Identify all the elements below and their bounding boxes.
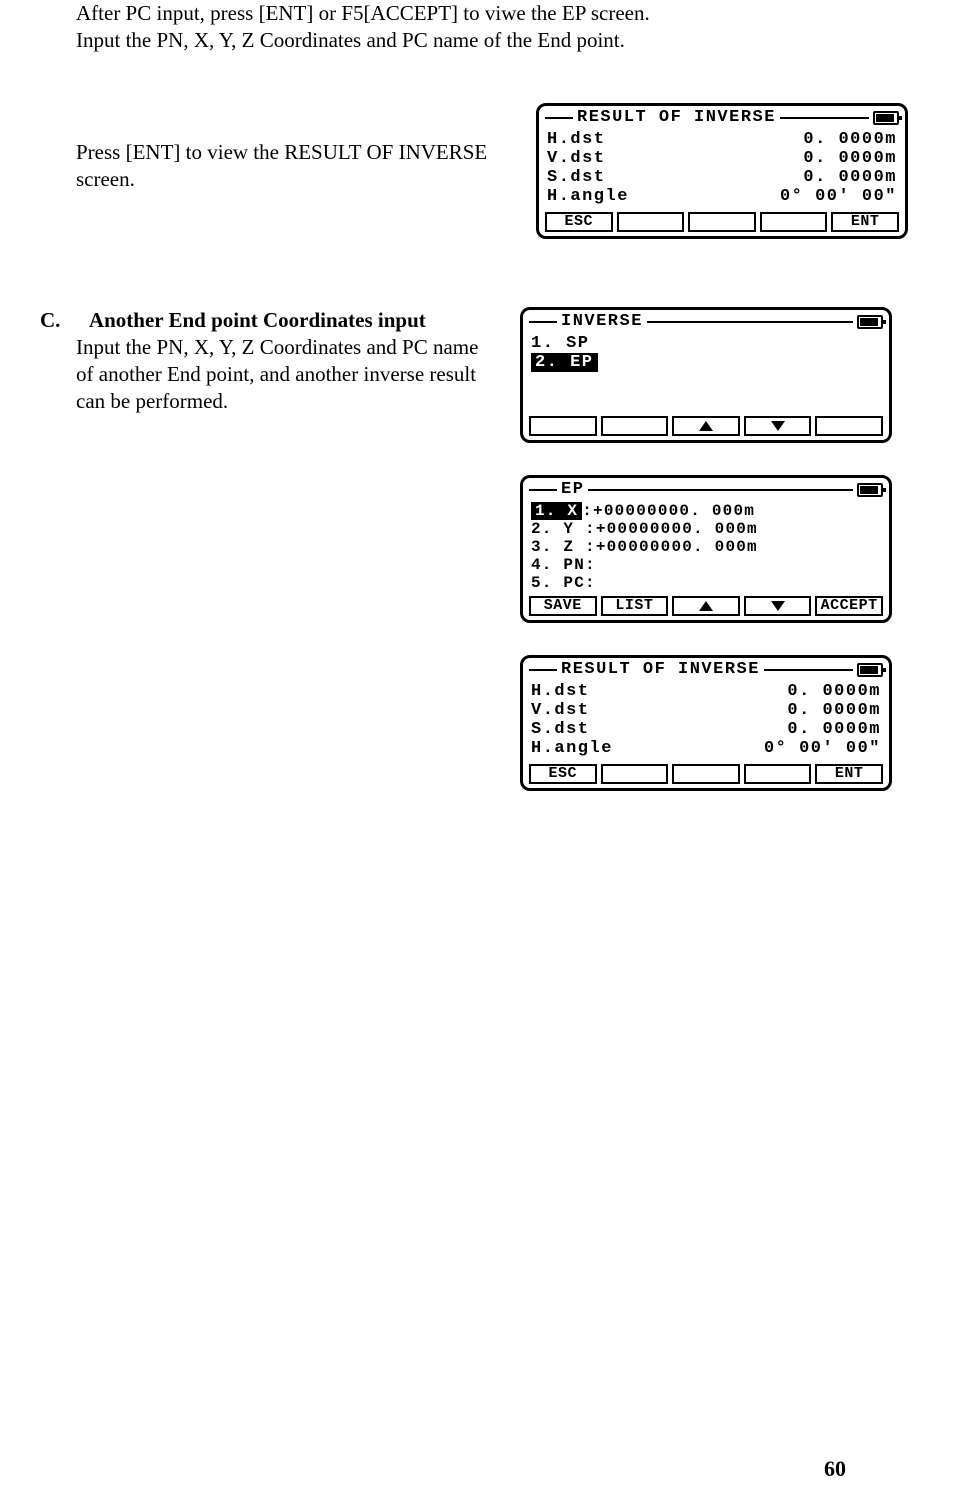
fkey-up[interactable]	[672, 416, 740, 436]
step-ent-text: Press [ENT] to view the RESULT OF INVERS…	[76, 103, 516, 194]
lcd-result-of-inverse-2: RESULT OF INVERSE H.dst0. 0000m V.dst0. …	[520, 655, 892, 791]
battery-icon	[857, 483, 883, 497]
result-row: H.dst0. 0000m	[547, 130, 897, 149]
arrow-down-icon	[771, 421, 785, 431]
page-number: 60	[824, 1456, 846, 1482]
fkey-blank[interactable]	[601, 416, 669, 436]
section-label: C.	[40, 308, 60, 332]
intro-line-2: Input the PN, X, Y, Z Coordinates and PC…	[76, 27, 916, 54]
fkey-blank[interactable]	[529, 416, 597, 436]
lcd-result-of-inverse-1: RESULT OF INVERSE H.dst0. 0000m V.dst0. …	[536, 103, 908, 239]
ep-row-pc[interactable]: 5. PC:	[531, 574, 881, 592]
fkey-esc[interactable]: ESC	[545, 212, 613, 232]
ep-row-x[interactable]: 1. X:+00000000. 000m	[531, 502, 881, 520]
section-c-heading: C. Another End point Coordinates input	[40, 307, 500, 334]
fkey-blank[interactable]	[815, 416, 883, 436]
fkey-down[interactable]	[744, 416, 812, 436]
fkey-blank[interactable]	[672, 764, 740, 784]
intro-paragraph: After PC input, press [ENT] or F5[ACCEPT…	[76, 0, 916, 55]
fkey-blank[interactable]	[744, 764, 812, 784]
result-row: H.dst0. 0000m	[531, 682, 881, 701]
arrow-up-icon	[699, 601, 713, 611]
fkey-blank[interactable]	[601, 764, 669, 784]
result-row: H.angle0° 00′ 00″	[547, 187, 897, 206]
arrow-down-icon	[771, 601, 785, 611]
fkey-blank[interactable]	[688, 212, 756, 232]
ep-row-y[interactable]: 2. Y :+00000000. 000m	[531, 520, 881, 538]
fkey-save[interactable]: SAVE	[529, 596, 597, 616]
fkey-blank[interactable]	[617, 212, 685, 232]
result-row: V.dst0. 0000m	[547, 149, 897, 168]
intro-line-1: After PC input, press [ENT] or F5[ACCEPT…	[76, 0, 916, 27]
fkey-accept[interactable]: ACCEPT	[815, 596, 883, 616]
section-c-body: Input the PN, X, Y, Z Coordinates and PC…	[76, 334, 500, 416]
lcd-title: RESULT OF INVERSE	[561, 660, 760, 679]
fkey-list[interactable]: LIST	[601, 596, 669, 616]
result-row: H.angle0° 00′ 00″	[531, 739, 881, 758]
section-title: Another End point Coordinates input	[89, 308, 426, 332]
result-row: V.dst0. 0000m	[531, 701, 881, 720]
lcd-ep-input: EP 1. X:+00000000. 000m 2. Y :+00000000.…	[520, 475, 892, 623]
battery-icon	[857, 663, 883, 677]
fkey-up[interactable]	[672, 596, 740, 616]
fkey-blank[interactable]	[760, 212, 828, 232]
battery-icon	[857, 315, 883, 329]
menu-item-sp[interactable]: 1. SP	[531, 334, 881, 353]
lcd-title: EP	[561, 480, 584, 499]
menu-item-ep[interactable]: 2. EP	[531, 353, 881, 372]
fkey-ent[interactable]: ENT	[815, 764, 883, 784]
lcd-title: RESULT OF INVERSE	[577, 108, 776, 127]
ep-row-pn[interactable]: 4. PN:	[531, 556, 881, 574]
result-row: S.dst0. 0000m	[531, 720, 881, 739]
result-row: S.dst0. 0000m	[547, 168, 897, 187]
ep-row-z[interactable]: 3. Z :+00000000. 000m	[531, 538, 881, 556]
fkey-esc[interactable]: ESC	[529, 764, 597, 784]
fkey-ent[interactable]: ENT	[831, 212, 899, 232]
battery-icon	[873, 111, 899, 125]
lcd-inverse-menu: INVERSE 1. SP 2. EP	[520, 307, 892, 443]
fkey-down[interactable]	[744, 596, 812, 616]
arrow-up-icon	[699, 421, 713, 431]
lcd-title: INVERSE	[561, 312, 643, 331]
